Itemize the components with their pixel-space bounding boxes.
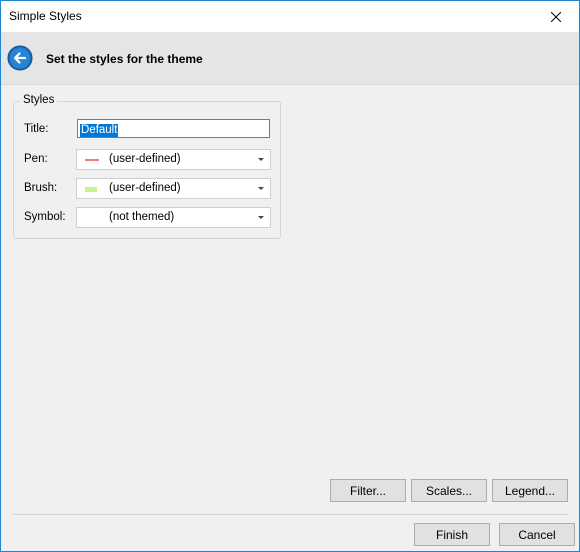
legend-button[interactable]: Legend... — [492, 479, 568, 502]
dialog-window: Simple Styles Set the styles for the the… — [0, 0, 580, 552]
styles-groupbox: Styles Title: Default Pen: (user-defined… — [13, 94, 281, 239]
page-title: Set the styles for the theme — [46, 52, 203, 66]
symbol-label: Symbol: — [24, 211, 66, 223]
close-button[interactable] — [533, 1, 579, 32]
pen-combobox[interactable]: (user-defined) — [76, 149, 271, 170]
title-input-value: Default — [80, 124, 119, 137]
chevron-down-icon — [258, 187, 264, 190]
brush-label: Brush: — [24, 182, 58, 194]
window-title: Simple Styles — [9, 9, 82, 23]
brush-value: (user-defined) — [109, 182, 181, 194]
wizard-header: Set the styles for the theme — [1, 32, 579, 85]
title-bar: Simple Styles — [1, 1, 579, 32]
brush-color-swatch — [85, 187, 97, 192]
symbol-combobox[interactable]: (not themed) — [76, 207, 271, 228]
cancel-button[interactable]: Cancel — [499, 523, 575, 546]
chevron-down-icon — [258, 216, 264, 219]
brush-combobox[interactable]: (user-defined) — [76, 178, 271, 199]
title-label: Title: — [24, 123, 49, 135]
button-divider — [13, 514, 569, 515]
pen-label: Pen: — [24, 153, 48, 165]
scales-button[interactable]: Scales... — [411, 479, 487, 502]
styles-group-legend: Styles — [20, 94, 58, 106]
pen-value: (user-defined) — [109, 153, 181, 165]
pen-color-swatch — [85, 159, 99, 161]
close-icon — [551, 11, 561, 22]
finish-button[interactable]: Finish — [414, 523, 490, 546]
chevron-down-icon — [258, 158, 264, 161]
back-arrow-icon[interactable] — [7, 45, 33, 71]
title-input[interactable]: Default — [77, 119, 270, 138]
symbol-value: (not themed) — [109, 211, 175, 223]
filter-button[interactable]: Filter... — [330, 479, 406, 502]
